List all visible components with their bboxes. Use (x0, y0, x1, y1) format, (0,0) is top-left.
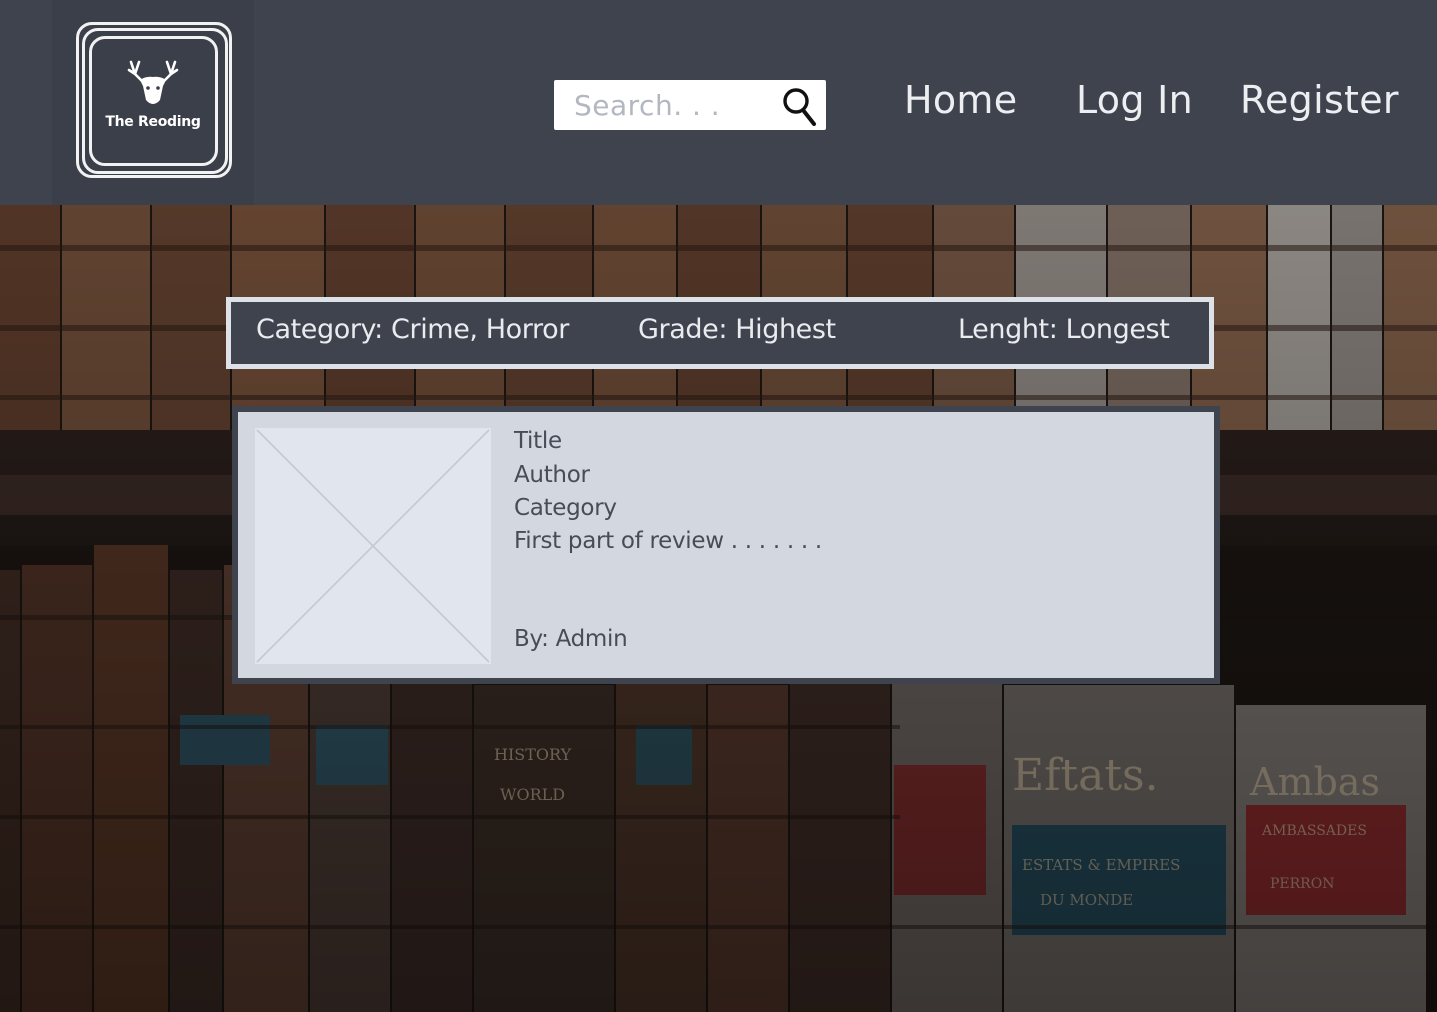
review-category: Category (514, 495, 617, 521)
deer-head-icon (127, 60, 179, 104)
review-by: By: Admin (514, 626, 628, 652)
nav-login-link[interactable]: Log In (1076, 78, 1193, 122)
search-input[interactable] (554, 80, 774, 130)
nav-register-link[interactable]: Register (1240, 78, 1399, 122)
site-header: The Reoding Home Log In Register (0, 0, 1437, 205)
nav-home-link[interactable]: Home (904, 78, 1017, 122)
logo-text: The Reoding (105, 114, 201, 130)
review-title[interactable]: Title (514, 428, 562, 454)
review-author: Author (514, 462, 590, 488)
image-placeholder-icon (255, 428, 491, 664)
filter-bar: Category: Crime, Horror Grade: Highest L… (226, 297, 1214, 369)
search-icon[interactable] (780, 84, 820, 128)
review-excerpt: First part of review . . . . . . . (514, 528, 822, 554)
filter-grade[interactable]: Grade: Highest (638, 314, 836, 345)
filter-category[interactable]: Category: Crime, Horror (256, 314, 569, 345)
filter-length[interactable]: Lenght: Longest (958, 314, 1170, 345)
